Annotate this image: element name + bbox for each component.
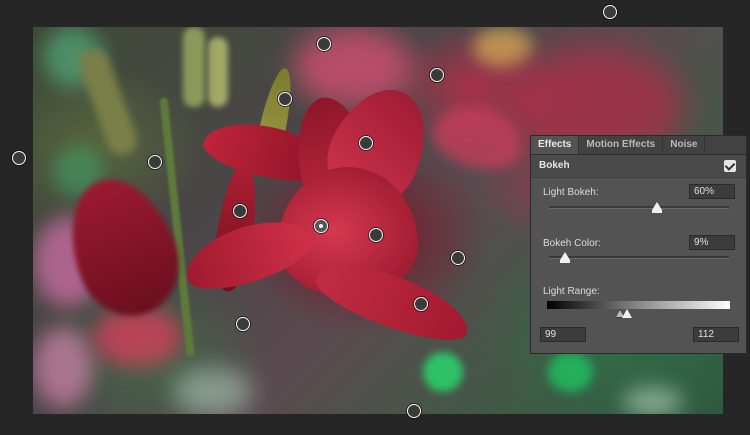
feather-handle[interactable] [278, 92, 292, 106]
blur-ellipse-handle[interactable] [148, 155, 162, 169]
light-range-gradient[interactable] [547, 301, 730, 309]
light-bokeh-label: Light Bokeh: [543, 187, 599, 198]
stem [183, 27, 205, 107]
light-bokeh-slider-thumb[interactable] [652, 202, 662, 213]
bokeh-spot [623, 387, 683, 414]
blur-ellipse-handle[interactable] [430, 68, 444, 82]
bokeh-color-slider[interactable] [549, 252, 729, 263]
bounding-box-handle-top[interactable] [603, 5, 617, 19]
panel-tabs: Effects Motion Effects Noise [531, 136, 746, 155]
bokeh-spot [93, 307, 183, 367]
stem [75, 45, 141, 159]
bounding-box-handle-left[interactable] [12, 151, 26, 165]
light-bokeh-slider[interactable] [549, 202, 729, 213]
light-range-low-value[interactable]: 99 [540, 327, 586, 342]
bokeh-color-value[interactable]: 9% [689, 235, 735, 250]
bokeh-spot [33, 327, 93, 407]
blur-ellipse-handle[interactable] [414, 297, 428, 311]
bounding-box-handle-bottom[interactable] [407, 404, 421, 418]
bokeh-spot [473, 27, 533, 67]
bokeh-spot [548, 352, 593, 392]
light-range-high-thumb[interactable] [622, 309, 632, 318]
tab-motion-effects[interactable]: Motion Effects [579, 136, 664, 154]
light-range-label: Light Range: [543, 286, 600, 297]
feather-handle[interactable] [359, 136, 373, 150]
bokeh-color-slider-thumb[interactable] [560, 252, 571, 263]
feather-handle[interactable] [233, 204, 247, 218]
blur-ellipse-handle[interactable] [451, 251, 465, 265]
blur-ellipse-handle[interactable] [236, 317, 250, 331]
bokeh-color-label: Bokeh Color: [543, 238, 601, 249]
feather-handle[interactable] [369, 228, 383, 242]
bokeh-spot [423, 352, 463, 392]
stem [208, 37, 228, 107]
tab-effects[interactable]: Effects [531, 136, 580, 154]
bokeh-section-title: Bokeh [539, 160, 570, 171]
blur-center-pin[interactable] [314, 219, 328, 233]
tab-noise[interactable]: Noise [663, 136, 706, 154]
blur-effects-panel: Effects Motion Effects Noise Bokeh Light… [530, 135, 747, 354]
blur-ellipse-handle[interactable] [317, 37, 331, 51]
light-range-high-value[interactable]: 112 [693, 327, 739, 342]
light-bokeh-value[interactable]: 60% [689, 184, 735, 199]
bokeh-checkbox[interactable] [724, 160, 736, 172]
bokeh-spot [173, 367, 253, 414]
bokeh-section-header: Bokeh [531, 155, 746, 178]
